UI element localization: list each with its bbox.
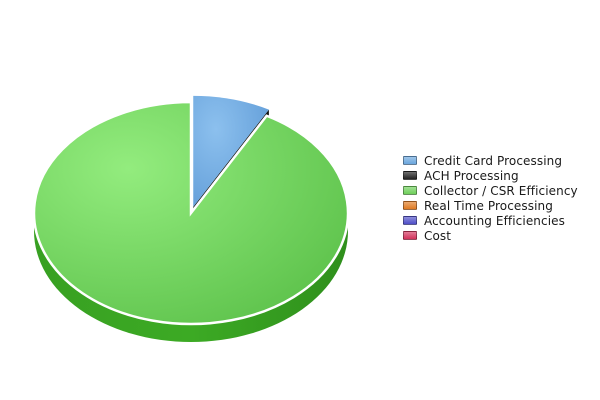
legend-swatch	[403, 156, 417, 165]
legend-swatch	[403, 171, 417, 180]
legend-swatch	[403, 201, 417, 210]
pie-slice	[32, 100, 350, 326]
legend-item: Real Time Processing	[403, 198, 578, 213]
legend-swatch	[403, 216, 417, 225]
legend-label: Real Time Processing	[424, 198, 553, 213]
legend-item: ACH Processing	[403, 168, 578, 183]
legend-label: Credit Card Processing	[424, 153, 563, 168]
legend-item: Cost	[403, 228, 578, 243]
legend-label: Collector / CSR Efficiency	[424, 183, 578, 198]
legend-item: Collector / CSR Efficiency	[403, 183, 578, 198]
legend-label: Accounting Efficiencies	[424, 213, 565, 228]
legend-label: ACH Processing	[424, 168, 519, 183]
legend: Credit Card Processing ACH Processing Coll…	[403, 153, 578, 243]
legend-item: Credit Card Processing	[403, 153, 578, 168]
legend-swatch	[403, 231, 417, 240]
legend-swatch	[403, 186, 417, 195]
pie-chart: Credit Card Processing ACH Processing Coll…	[0, 0, 600, 400]
legend-label: Cost	[424, 228, 452, 243]
legend-item: Accounting Efficiencies	[403, 213, 578, 228]
